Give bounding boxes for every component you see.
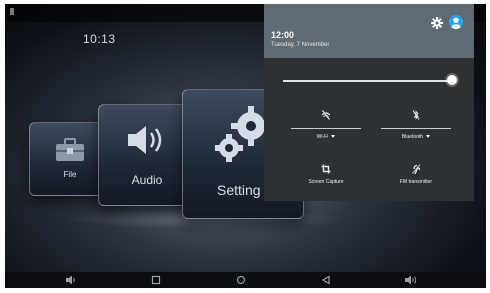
launcher-clock: 10:13 <box>83 32 116 46</box>
quick-settings-header: 12:00 Tuesday, 7 November <box>264 4 474 58</box>
bluetooth-label[interactable]: Bluetooth <box>381 134 451 140</box>
toolbox-icon <box>54 138 86 167</box>
clock-date: Tuesday, 7 November <box>271 42 330 48</box>
screen-capture-icon <box>318 161 334 177</box>
quick-settings-panel: 12:00 Tuesday, 7 November Wi-Fi Bluetoot… <box>264 4 474 201</box>
bluetooth-dropdown-caret[interactable] <box>426 135 431 139</box>
back-icon[interactable] <box>318 274 334 286</box>
device-screen: 10:13 File Audio Setting 12:00 Tuesday, … <box>5 4 486 288</box>
brightness-thumb[interactable] <box>447 75 457 85</box>
user-icon[interactable] <box>449 15 463 29</box>
status-indicator <box>10 8 14 15</box>
home-icon[interactable] <box>233 274 249 286</box>
screen-capture-label: Screen Capture <box>308 179 344 185</box>
bluetooth-off-icon <box>408 107 424 123</box>
bluetooth-tile[interactable]: Bluetooth <box>381 107 451 143</box>
screen-capture-tile[interactable]: Screen Capture <box>291 161 361 197</box>
recents-icon[interactable] <box>148 274 164 286</box>
fm-transmitter-label: FM transmitter <box>399 179 433 185</box>
volume-down-icon[interactable] <box>63 274 79 286</box>
gear-icon[interactable] <box>431 16 443 29</box>
bluetooth-divider <box>381 128 451 129</box>
wifi-divider <box>291 128 361 129</box>
wifi-label[interactable]: Wi-Fi <box>291 134 361 140</box>
clock-time: 12:00 <box>271 30 295 40</box>
brightness-slider[interactable] <box>283 75 457 86</box>
navigation-bar <box>5 272 486 288</box>
wifi-off-icon <box>318 107 334 123</box>
audio-card-label: Audio <box>131 173 163 187</box>
fm-transmitter-icon <box>408 161 424 177</box>
speaker-icon <box>124 123 168 162</box>
fm-transmitter-tile[interactable]: FM transmitter <box>381 161 451 197</box>
brightness-track <box>283 80 451 82</box>
wifi-tile[interactable]: Wi-Fi <box>291 107 361 143</box>
wifi-dropdown-caret[interactable] <box>331 135 336 139</box>
volume-up-icon[interactable] <box>403 274 419 286</box>
